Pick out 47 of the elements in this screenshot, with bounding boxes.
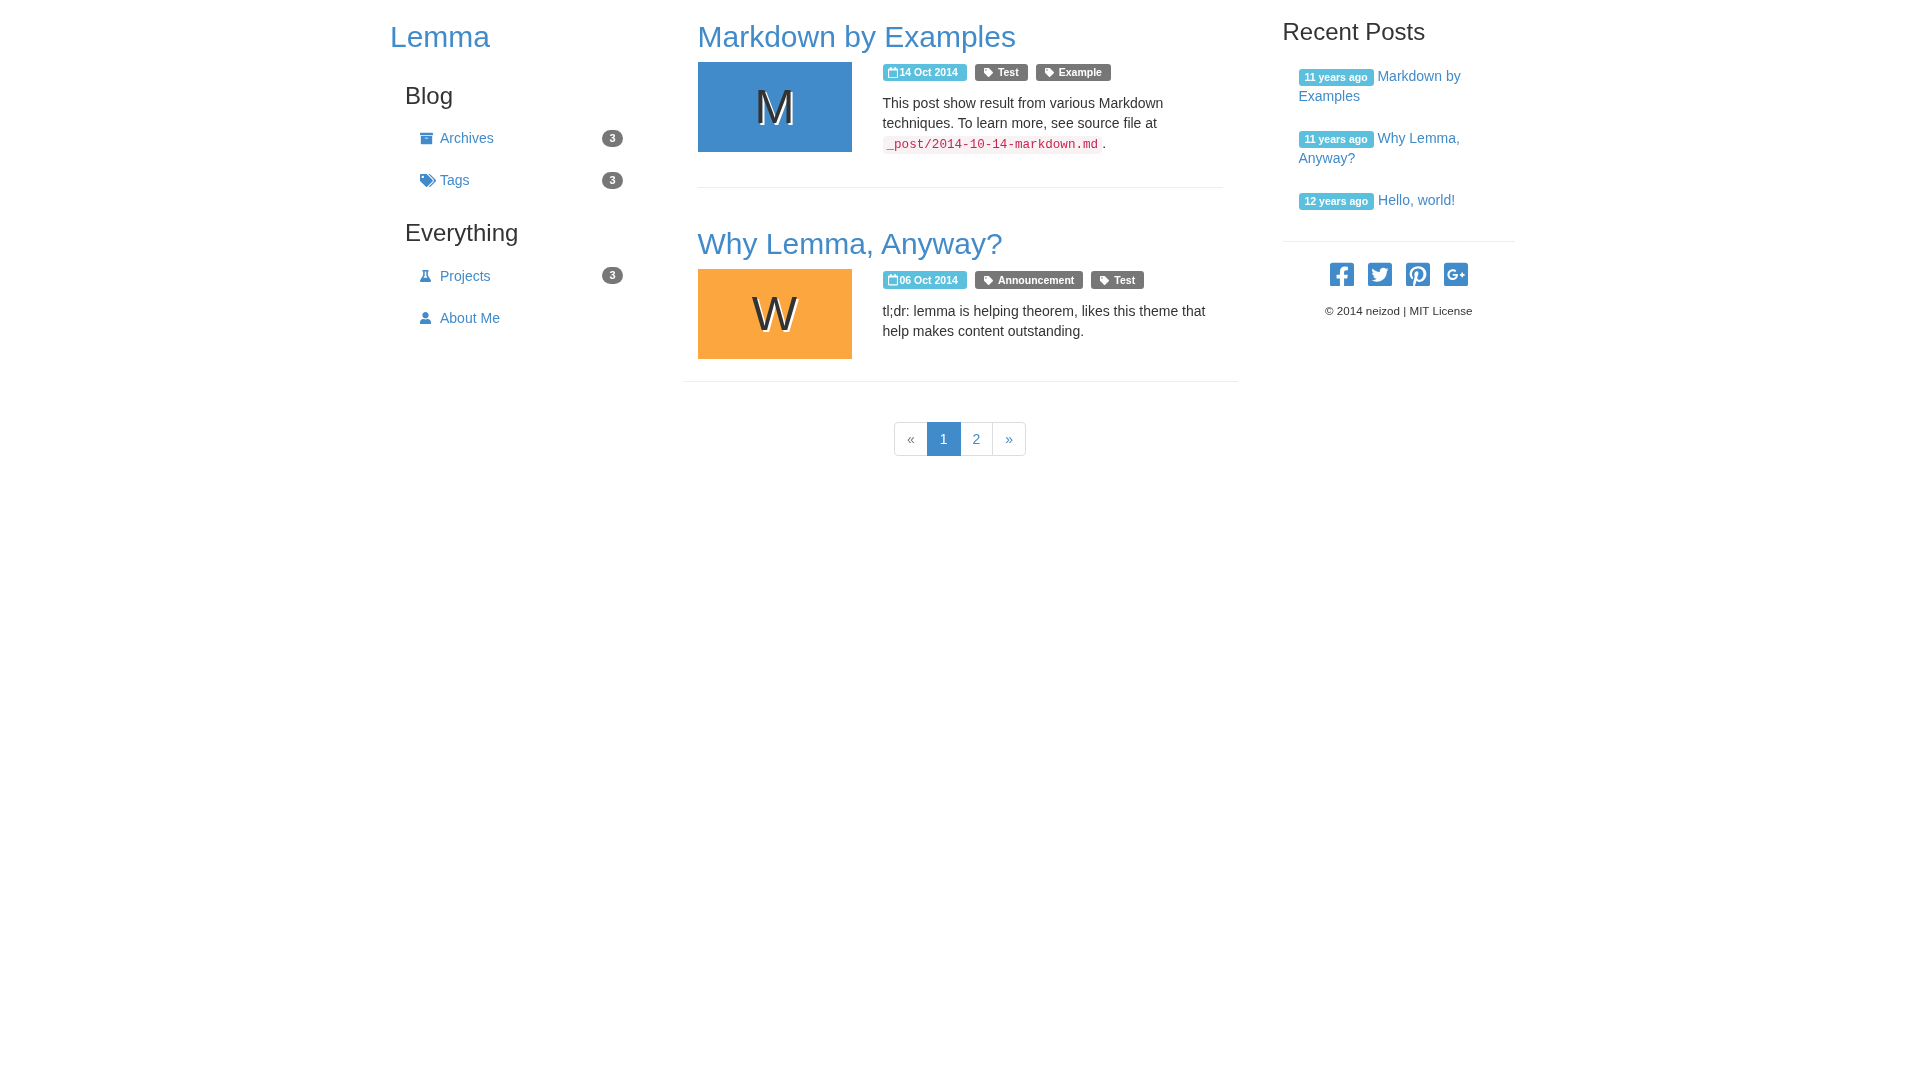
nav-link[interactable]: Tags 3	[405, 160, 638, 201]
count-badge: 3	[602, 171, 623, 189]
count-badge: 3	[602, 267, 623, 285]
tag-icon	[1044, 68, 1054, 78]
facebook-icon[interactable]	[1329, 262, 1354, 287]
pinterest-icon[interactable]	[1405, 262, 1430, 287]
sidebar-heading: Recent Posts	[1282, 19, 1426, 46]
tag-icon	[983, 68, 993, 78]
calendar-icon	[887, 274, 898, 286]
tag-link[interactable]: Announcement	[974, 271, 1084, 289]
user-icon	[420, 311, 431, 325]
page-link[interactable]: 2	[959, 422, 994, 457]
tag-icon	[1100, 275, 1110, 285]
tag-icon	[983, 275, 993, 285]
page-link[interactable]: 1	[926, 422, 961, 457]
footer-text: © 2014 neizod | MIT License	[1324, 303, 1474, 320]
section-heading: Blog	[405, 83, 454, 110]
nav-link[interactable]: Projects 3	[405, 255, 638, 296]
recent-post-link[interactable]: 12 years ago Hello, world!	[1298, 190, 1499, 211]
nav-link[interactable]: Archives 3	[405, 118, 638, 159]
post-title-link[interactable]: Why Lemma, Anyway?	[697, 227, 1003, 261]
twitter-icon[interactable]	[1367, 262, 1392, 287]
post-thumbnail: M	[697, 62, 852, 152]
tag-link[interactable]: Example	[1035, 64, 1111, 82]
google-plus-icon[interactable]	[1443, 262, 1468, 287]
site-title-link[interactable]: Lemma	[390, 20, 491, 53]
calendar-icon	[887, 67, 898, 79]
nav-link[interactable]: About Me	[405, 297, 638, 338]
post-date: 14 Oct 2014	[899, 67, 958, 79]
next-page-link[interactable]: »	[992, 422, 1027, 457]
age-badge: 11 years ago	[1298, 69, 1374, 87]
count-badge: 3	[602, 129, 623, 147]
section-heading: Everything	[405, 220, 519, 247]
recent-post-link[interactable]: 11 years ago Markdown by Examples	[1298, 66, 1499, 107]
archive-icon	[420, 131, 433, 145]
tags-icon	[420, 173, 436, 187]
tag-link[interactable]: Test	[974, 64, 1028, 82]
tag-link[interactable]: Test	[1091, 271, 1145, 289]
flask-icon	[420, 269, 431, 283]
post-excerpt: This post show result from various Markdown techniques. To learn more, see source file at _post/2014-10-14-markdown.md .	[882, 94, 1165, 156]
recent-post-link[interactable]: 11 years ago Why Lemma, Anyway?	[1298, 128, 1499, 169]
post-title-link[interactable]: Markdown by Examples	[697, 20, 1016, 53]
age-badge: 12 years ago	[1298, 193, 1375, 211]
post-date: 06 Oct 2014	[899, 274, 958, 286]
age-badge: 11 years ago	[1298, 131, 1374, 149]
post-thumbnail: W	[697, 269, 852, 360]
post-excerpt: tl;dr: lemma is helping theorem, likes this theme that help makes content outstanding.	[882, 301, 1207, 341]
